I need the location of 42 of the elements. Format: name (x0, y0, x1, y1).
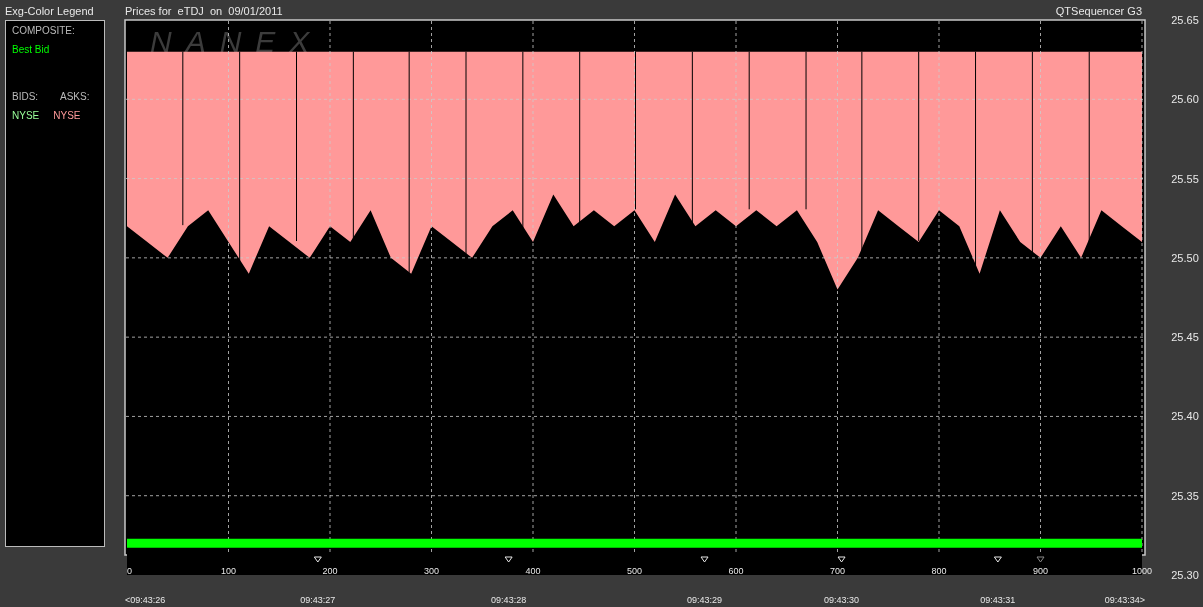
legend-entry: NYSE (12, 110, 40, 121)
x-tick-label: 800 (931, 566, 947, 576)
logo-watermark: NANEX (150, 25, 324, 58)
time-label: 09:43:28 (491, 595, 527, 605)
app-label: QTSequencer G3 (1055, 5, 1142, 17)
y-tick-label: 25.30 (1171, 569, 1199, 581)
time-label: 09:43:34> (1104, 595, 1145, 605)
y-tick-label: 25.65 (1171, 14, 1199, 26)
legend-entry: Best Bid (12, 44, 51, 55)
legend-heading: BIDS: (12, 91, 40, 102)
x-tick-label: 600 (728, 566, 744, 576)
time-marker-icon (700, 556, 709, 563)
x-tick-label: 100 (221, 566, 236, 576)
y-tick-label: 25.60 (1171, 93, 1199, 106)
x-tick-label: 400 (525, 566, 541, 576)
y-tick-label: 25.35 (1171, 489, 1199, 502)
x-tick-label: 0 (127, 566, 132, 576)
y-tick-label: 25.45 (1171, 331, 1199, 344)
time-marker-icon (1036, 556, 1045, 563)
x-tick-label: 200 (322, 566, 338, 576)
x-tick-label: 700 (830, 566, 845, 576)
y-tick-label: 25.55 (1171, 172, 1199, 185)
x-tick-label: 1000 (1132, 566, 1152, 576)
time-marker-icon (837, 556, 846, 563)
time-label: 09:43:27 (300, 595, 336, 605)
legend-heading: COMPOSITE: (12, 25, 76, 36)
time-label: 09:43:29 (687, 595, 723, 605)
time-label: <09:43:26 (125, 595, 166, 605)
y-tick-label: 25.50 (1171, 251, 1199, 264)
time-label: 09:43:31 (980, 595, 1016, 605)
legend-title: Exg-Color Legend (5, 4, 95, 19)
time-marker-icon (993, 556, 1002, 563)
legend-entry: NYSE (53, 110, 81, 121)
x-tick-label: 900 (1033, 566, 1048, 576)
chart-title: Prices for eTDJ on 09/01/2011 (125, 5, 283, 17)
x-tick-label: 300 (424, 566, 439, 576)
y-tick-label: 25.40 (1171, 410, 1199, 423)
legend-heading: ASKS: (60, 91, 91, 102)
time-marker-icon (313, 556, 322, 563)
time-marker-icon (504, 556, 513, 563)
time-label: 09:43:30 (824, 595, 860, 605)
x-tick-label: 500 (627, 566, 642, 576)
